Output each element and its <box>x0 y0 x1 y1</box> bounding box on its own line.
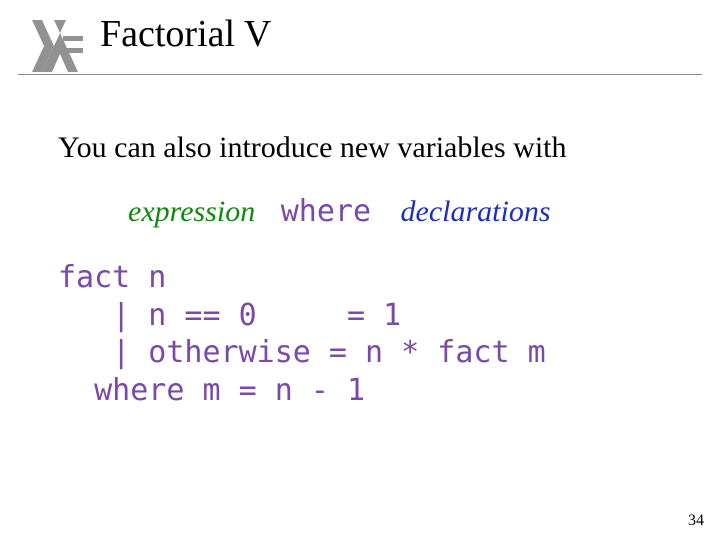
slide: Factorial V You can also introduce new v… <box>0 0 720 540</box>
code-block: fact n | n == 0 = 1 | otherwise = n * fa… <box>58 259 680 409</box>
syntax-declarations: declarations <box>401 195 551 228</box>
intro-text: You can also introduce new variables wit… <box>58 130 680 166</box>
slide-body: You can also introduce new variables wit… <box>58 130 680 409</box>
syntax-line: expression where declarations <box>128 194 680 229</box>
page-number: 34 <box>688 512 704 530</box>
slide-title: Factorial V <box>100 12 271 56</box>
syntax-expression: expression <box>128 195 255 228</box>
syntax-where-keyword: where <box>281 194 371 229</box>
title-underline <box>18 74 702 75</box>
haskell-logo-icon <box>28 18 84 74</box>
